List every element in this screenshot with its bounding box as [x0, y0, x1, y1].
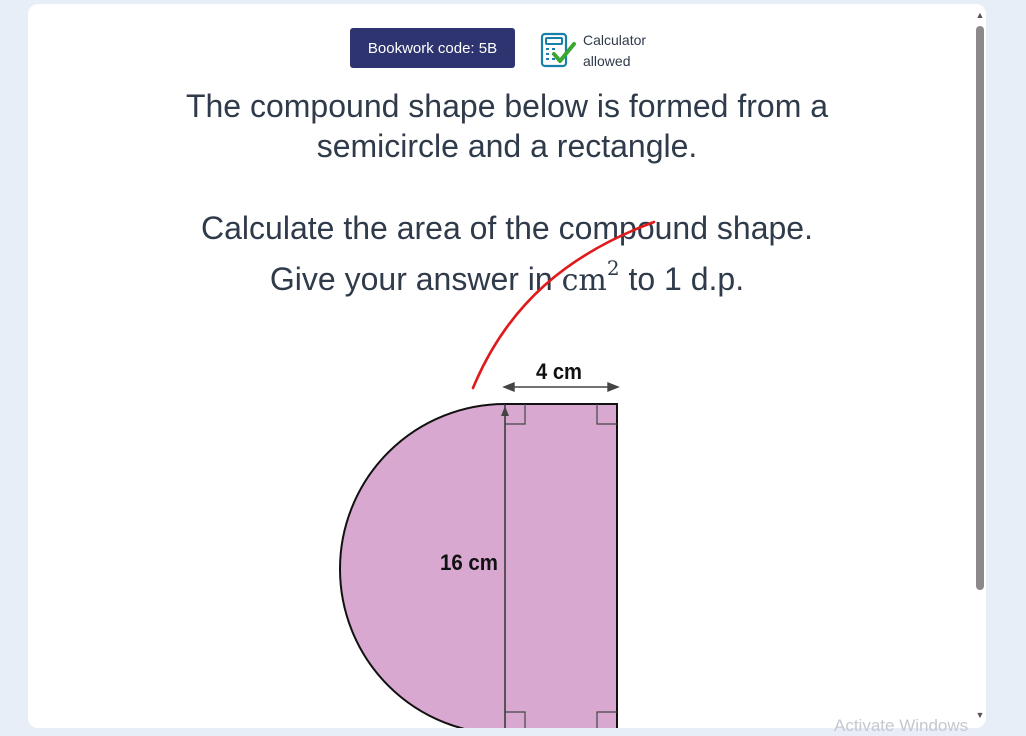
scroll-down-arrow-icon[interactable]: ▼ — [974, 710, 986, 720]
activate-windows-watermark: Activate Windows — [834, 716, 969, 735]
question-card: Bookwork code: 5B Calculator allowed The… — [28, 4, 986, 728]
scrollbar-thumb[interactable] — [976, 26, 984, 590]
width-label: 4 cm — [536, 359, 582, 384]
scroll-up-arrow-icon[interactable]: ▲ — [974, 10, 986, 20]
width-dimension-arrow — [502, 381, 620, 393]
height-label: 16 cm — [440, 550, 498, 575]
compound-shape-diagram: 4 cm 16 cm — [339, 220, 656, 728]
